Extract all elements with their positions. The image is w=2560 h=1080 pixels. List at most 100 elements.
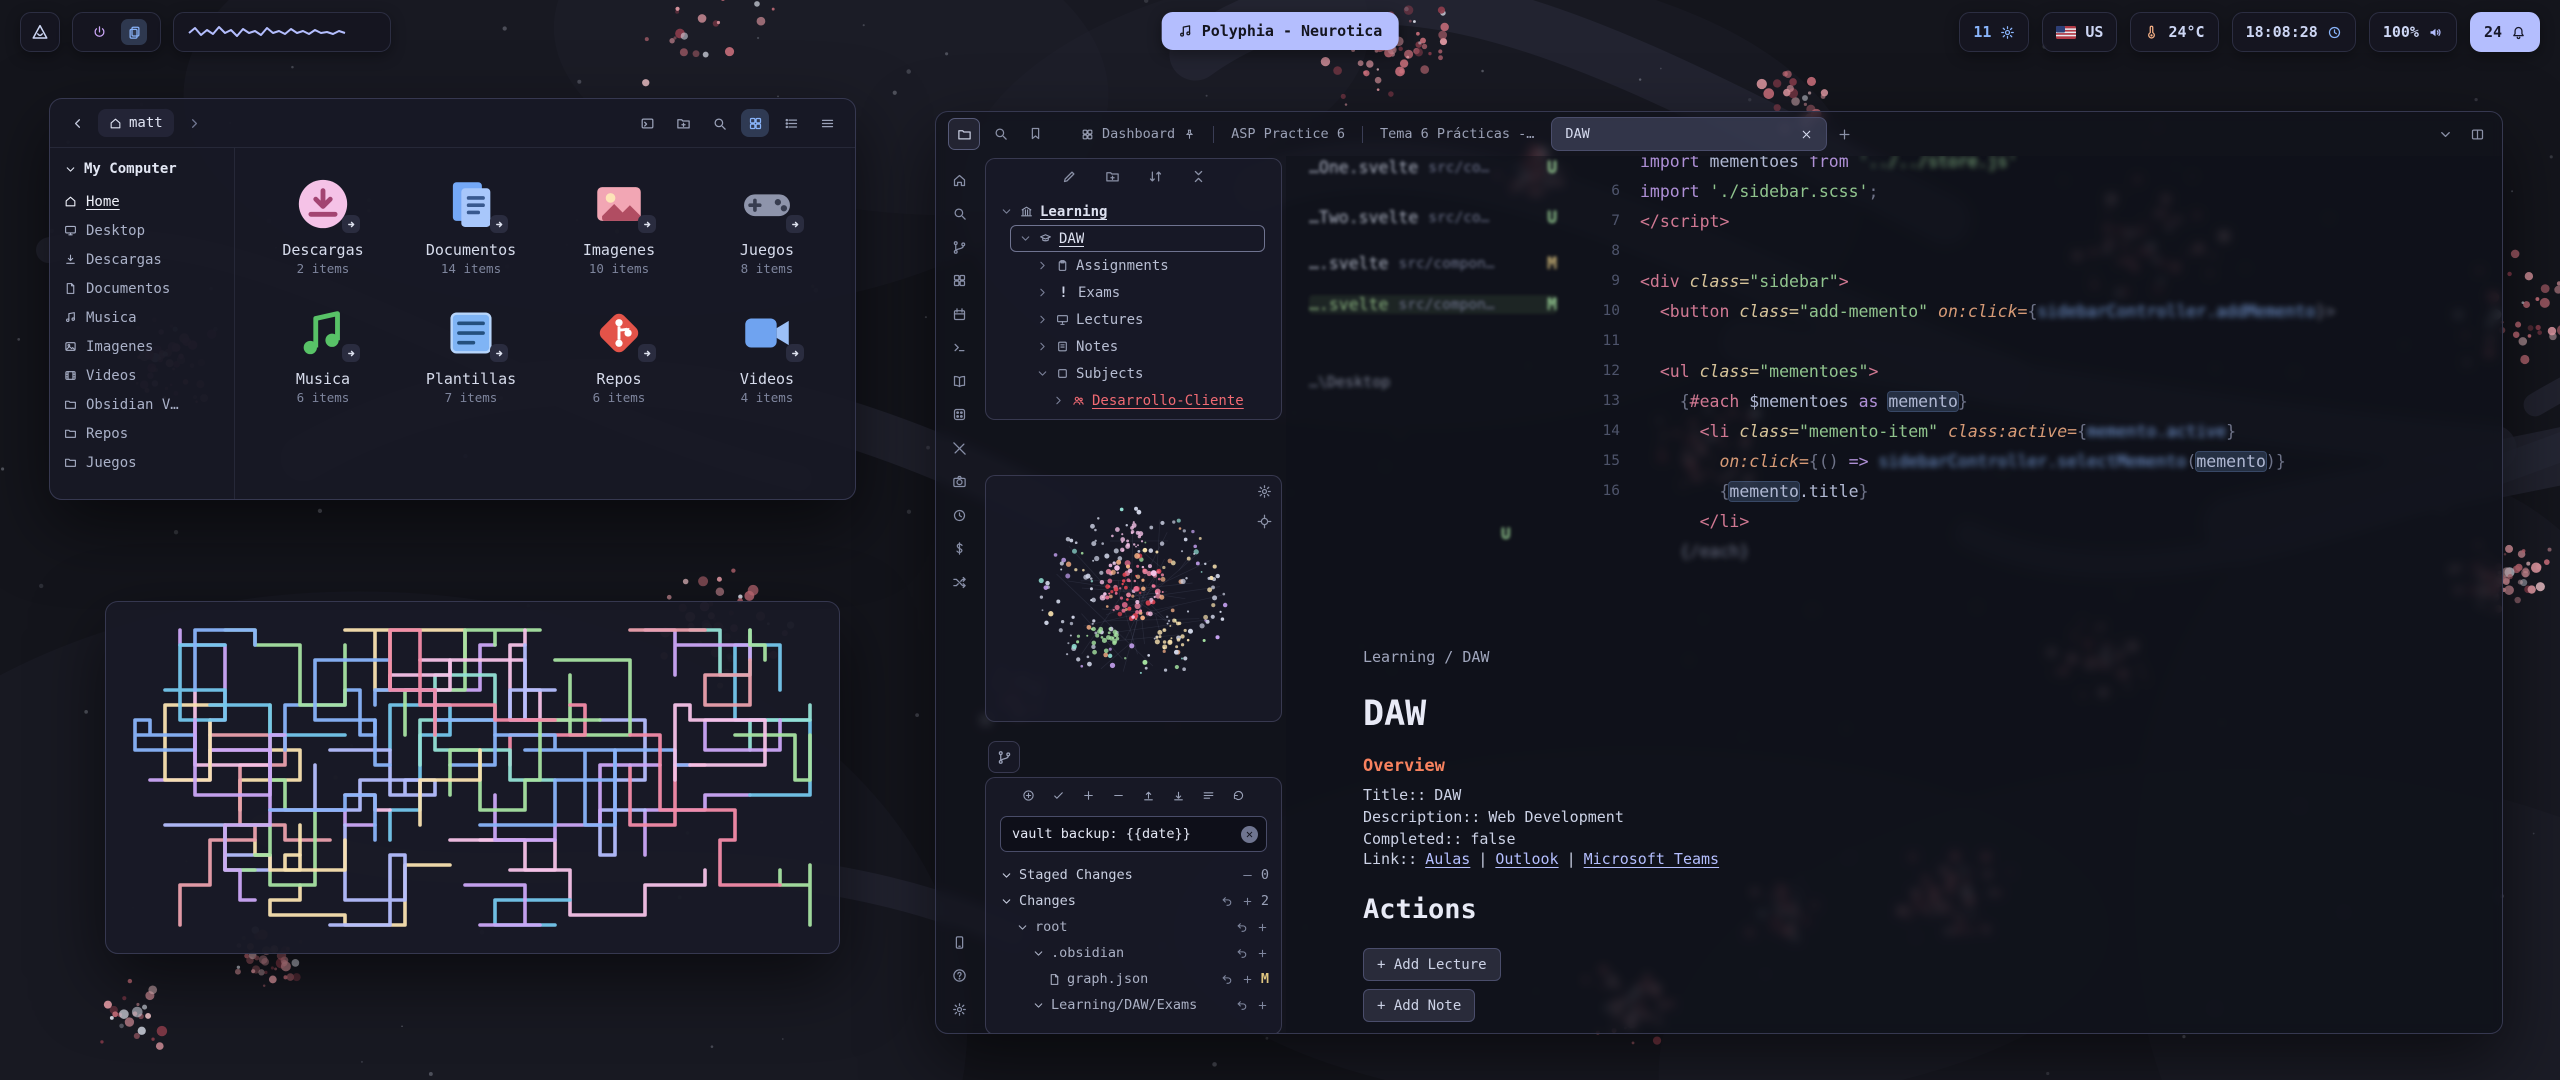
power-icon[interactable]: [86, 19, 112, 45]
keyboard-layout-widget[interactable]: US: [2042, 12, 2117, 52]
collapse-all-icon[interactable]: [1191, 169, 1206, 188]
sidebar-item-repos[interactable]: Repos: [64, 419, 224, 448]
grid-view-button[interactable]: [741, 109, 769, 137]
note-breadcrumb[interactable]: Learning / DAW: [1363, 648, 1489, 666]
stage-icon[interactable]: [1241, 895, 1254, 908]
launcher-button[interactable]: [20, 12, 60, 52]
discard-icon[interactable]: [1221, 895, 1234, 908]
close-tab-icon[interactable]: [1800, 128, 1813, 141]
sidebar-item-juegos[interactable]: Juegos: [64, 448, 224, 477]
explorer-item-daw[interactable]: DAW: [1010, 225, 1265, 252]
push-icon[interactable]: [1142, 788, 1155, 806]
menu-button[interactable]: [813, 109, 841, 137]
search-icon[interactable]: [949, 204, 969, 224]
clock-icon[interactable]: [949, 505, 969, 525]
stage-icon[interactable]: [1256, 999, 1269, 1012]
folder-videos[interactable]: Videos 4 items: [693, 302, 841, 405]
explorer-item-notes[interactable]: Notes: [992, 333, 1275, 360]
stage-all-icon[interactable]: [1082, 788, 1095, 806]
forward-button[interactable]: [182, 110, 208, 136]
folder-plantillas[interactable]: Plantillas 7 items: [397, 302, 545, 405]
git-tree-obsidian-folder[interactable]: .obsidian: [994, 940, 1273, 966]
discard-icon[interactable]: [1236, 947, 1249, 960]
help-circle-icon[interactable]: [949, 966, 969, 986]
explorer-item-lectures[interactable]: Lectures: [992, 306, 1275, 333]
notifications-widget[interactable]: 24: [2470, 12, 2540, 52]
folder-juegos[interactable]: Juegos 8 items: [693, 173, 841, 276]
graph-focus-icon[interactable]: [1257, 514, 1272, 533]
link-outlook[interactable]: Outlook: [1495, 850, 1558, 868]
commit-icon[interactable]: [1052, 788, 1065, 806]
editor-pane[interactable]: …One.svelte src/co… U …Two.svelte src/co…: [1286, 156, 2502, 1033]
backup-icon[interactable]: [1022, 788, 1035, 806]
staged-changes-section[interactable]: Staged Changes 0: [994, 862, 1273, 888]
explorer-item-exams[interactable]: ! Exams: [992, 279, 1275, 306]
location-breadcrumb[interactable]: matt: [98, 109, 174, 137]
add-lecture-button[interactable]: + Add Lecture: [1363, 948, 1501, 981]
layout-grid-icon[interactable]: [949, 271, 969, 291]
new-note-icon[interactable]: [1062, 169, 1077, 188]
explorer-item-learning[interactable]: Learning: [992, 198, 1275, 225]
tab-daw[interactable]: DAW: [1551, 117, 1827, 151]
clipboard-icon[interactable]: [121, 19, 147, 45]
link-microsoft-teams[interactable]: Microsoft Teams: [1584, 850, 1719, 868]
add-note-button[interactable]: + Add Note: [1363, 989, 1475, 1022]
new-folder-icon[interactable]: [1105, 169, 1120, 188]
sidebar-item-videos[interactable]: Videos: [64, 361, 224, 390]
smartphone-icon[interactable]: [949, 932, 969, 952]
link-aulas[interactable]: Aulas: [1425, 850, 1470, 868]
updates-widget[interactable]: 11: [1959, 12, 2029, 52]
graph-settings-icon[interactable]: [1257, 484, 1272, 503]
back-button[interactable]: [64, 110, 90, 136]
settings-icon[interactable]: [949, 999, 969, 1019]
unstage-all-icon[interactable]: [1112, 788, 1125, 806]
sidebar-item-descargas[interactable]: Descargas: [64, 245, 224, 274]
discard-icon[interactable]: [1221, 973, 1234, 986]
list-view-button[interactable]: [777, 109, 805, 137]
dollar-icon[interactable]: [949, 539, 969, 559]
split-layout-button[interactable]: [2464, 121, 2490, 147]
explorer-item-assignments[interactable]: Assignments: [992, 252, 1275, 279]
git-tree-exams-folder[interactable]: Learning/DAW/Exams: [994, 992, 1273, 1018]
book-open-icon[interactable]: [949, 371, 969, 391]
calendar-icon[interactable]: [949, 304, 969, 324]
sidebar-section-title[interactable]: My Computer: [64, 161, 224, 177]
search-button[interactable]: [705, 109, 733, 137]
git-tree-graph-json[interactable]: graph.json M: [994, 966, 1273, 992]
git-branch-icon[interactable]: [949, 237, 969, 257]
sidebar-item-home[interactable]: Home: [64, 187, 224, 216]
clock-widget[interactable]: 18:08:28: [2232, 12, 2356, 52]
stage-icon[interactable]: [1256, 921, 1269, 934]
folder-musica[interactable]: Musica 6 items: [249, 302, 397, 405]
explorer-item-subjects[interactable]: Subjects: [992, 360, 1275, 387]
git-tree-root[interactable]: root: [994, 914, 1273, 940]
home-icon[interactable]: [949, 170, 969, 190]
sidebar-item-documentos[interactable]: Documentos: [64, 274, 224, 303]
clear-icon[interactable]: ✕: [1241, 826, 1258, 843]
open-terminal-button[interactable]: [633, 109, 661, 137]
files-view-tab[interactable]: [948, 118, 980, 150]
sidebar-item-imagenes[interactable]: Imagenes: [64, 332, 224, 361]
changes-section[interactable]: Changes 2: [994, 888, 1273, 914]
sidebar-item-obsidian-vault[interactable]: Obsidian V…: [64, 390, 224, 419]
folder-descargas[interactable]: Descargas 2 items: [249, 173, 397, 276]
weather-widget[interactable]: 24°C: [2130, 12, 2218, 52]
change-list-icon[interactable]: [1202, 788, 1215, 806]
tab-tema-practicas[interactable]: Tema 6 Prácticas -…: [1367, 118, 1547, 150]
unstage-icon[interactable]: [1241, 869, 1254, 882]
folder-repos[interactable]: Repos 6 items: [545, 302, 693, 405]
commit-message-input[interactable]: vault backup: {{date}} ✕: [1000, 816, 1267, 852]
tab-list-button[interactable]: [2432, 121, 2458, 147]
explorer-item-desarrollo-cliente[interactable]: Desarrollo-Cliente: [992, 387, 1275, 414]
new-tab-button[interactable]: [1831, 121, 1857, 147]
sidebar-item-desktop[interactable]: Desktop: [64, 216, 224, 245]
search-view-tab[interactable]: [985, 118, 1015, 148]
camera-icon[interactable]: [949, 472, 969, 492]
dice-icon[interactable]: [949, 405, 969, 425]
new-folder-button[interactable]: [669, 109, 697, 137]
tab-dashboard[interactable]: Dashboard: [1068, 118, 1209, 150]
discard-icon[interactable]: [1236, 999, 1249, 1012]
workspace-indicator[interactable]: [173, 12, 391, 52]
sidebar-item-musica[interactable]: Musica: [64, 303, 224, 332]
media-widget[interactable]: Polyphia - Neurotica: [1162, 12, 1399, 50]
